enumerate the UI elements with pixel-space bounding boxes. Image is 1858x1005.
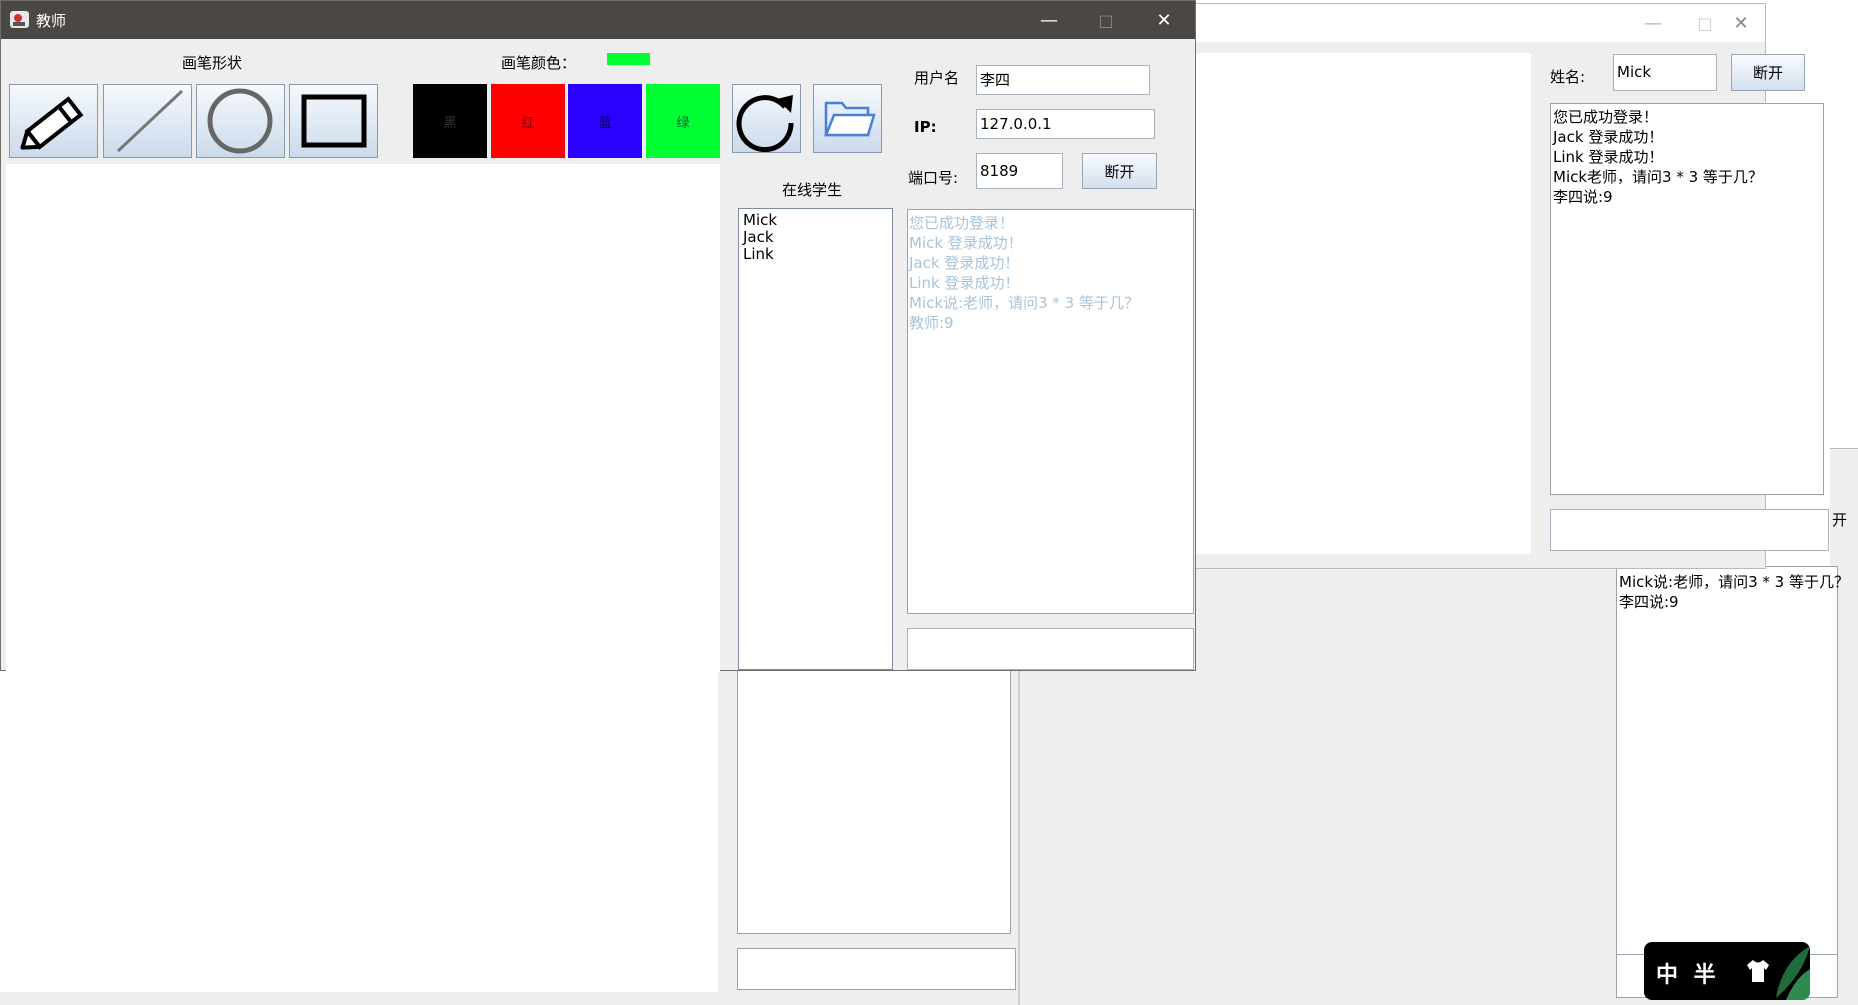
background-input-box[interactable] [737,948,1016,990]
shirt-icon [1744,958,1772,988]
student-chat-line: 李四说:9 [1553,188,1613,206]
close-icon[interactable]: ✕ [1135,1,1193,39]
background-bottom-strip [0,992,1018,1005]
teacher-message-log: 您已成功登录！ Mick 登录成功！ Jack 登录成功！ Link 登录成功！… [907,209,1194,614]
student-list-item[interactable]: Link [743,246,888,263]
line-icon [116,89,184,153]
drawing-canvas[interactable] [6,164,720,672]
message-line: 您已成功登录！ [909,214,1015,232]
taskbar-badge[interactable]: 中 半 [1644,942,1810,1000]
student-name-field[interactable]: Mick [1613,54,1717,91]
pen-color-label: 画笔颜色： [501,54,577,72]
pencil-tool-button[interactable] [9,84,98,158]
bg-chat-line: 李四说:9 [1619,593,1679,611]
student-list-item[interactable]: Mick [743,212,888,229]
student-window: — □ ✕ 姓名: Mick 断开 您已成功登录！ Jack 登录成功！ Lin… [1193,3,1829,569]
port-label: 端口号: [908,169,959,187]
username-label: 用户名 [914,69,960,87]
message-line: Mick说:老师，请问3 * 3 等于几？ [909,294,1139,312]
student-titlebar: — □ ✕ [1194,4,1765,42]
rectangle-tool-button[interactable] [289,84,378,158]
message-line: Jack 登录成功！ [909,254,1020,272]
folder-icon [824,101,876,137]
teacher-disconnect-button[interactable]: 断开 [1082,153,1157,189]
online-students-label: 在线学生 [782,181,843,199]
color-blue-label: 蓝 [598,115,612,131]
ip-label: IP: [914,118,937,136]
student-chat-line: Link 登录成功！ [1553,148,1664,166]
background-window-edge: 开 [1830,448,1858,566]
ip-field[interactable]: 127.0.0.1 [976,109,1155,139]
student-chat-line: Jack 登录成功！ [1553,128,1664,146]
app-icon [10,11,29,28]
color-green-button[interactable]: 绿 [646,84,720,158]
badge-text: 中 半 [1656,963,1720,988]
minimize-icon[interactable]: — [1020,1,1078,39]
current-color-swatch [607,53,650,65]
maximize-icon[interactable]: □ [1077,1,1135,39]
student-disconnect-button[interactable]: 断开 [1731,54,1805,91]
circle-tool-button[interactable] [196,84,285,158]
leaf-icon [1772,942,1810,1000]
background-chat-area: Mick说:老师，请问3 * 3 等于几？ 李四说:9 [1616,566,1849,974]
color-green-label: 绿 [676,115,690,131]
partial-disconnect-button[interactable]: 开 [1832,509,1847,530]
color-black-label: 黑 [443,115,457,131]
color-red-button[interactable]: 红 [491,84,565,158]
student-list-item[interactable]: Jack [743,229,888,246]
pen-shape-label: 画笔形状 [182,54,243,72]
window-title: 教师 [36,12,67,30]
message-line: Link 登录成功！ [909,274,1020,292]
port-field[interactable]: 8189 [976,153,1063,189]
student-message-input[interactable] [1550,509,1829,551]
circle-icon [207,88,273,154]
student-canvas[interactable] [1194,53,1531,554]
student-name-label: 姓名: [1550,68,1586,86]
refresh-icon [736,95,794,153]
message-line: 教师:9 [909,314,954,332]
color-blue-button[interactable]: 蓝 [568,84,642,158]
pencil-icon [20,96,84,150]
background-canvas-area [0,670,718,992]
minimize-icon[interactable]: — [1624,4,1682,42]
online-students-list[interactable]: Mick Jack Link [738,208,893,670]
refresh-button[interactable] [732,84,801,153]
teacher-message-input[interactable] [907,628,1194,670]
color-red-label: 红 [521,115,535,131]
student-chat-line: Mick老师，请问3 * 3 等于几？ [1553,168,1763,186]
open-folder-button[interactable] [813,84,882,153]
rectangle-icon [301,94,367,148]
message-line: Mick 登录成功！ [909,234,1023,252]
teacher-titlebar: 教师 — □ ✕ [1,1,1195,39]
color-black-button[interactable]: 黑 [413,84,487,158]
student-chat-line: 您已成功登录！ [1553,108,1659,126]
teacher-window: 教师 — □ ✕ 画笔形状 画笔颜色： 黑 红 蓝 绿 在线学生 Mick Ja… [0,0,1196,672]
close-icon[interactable]: ✕ [1712,4,1770,42]
bg-chat-line: Mick说:老师，请问3 * 3 等于几？ [1619,573,1849,591]
username-field[interactable]: 李四 [976,65,1150,95]
line-tool-button[interactable] [103,84,192,158]
student-chat-area: 您已成功登录！ Jack 登录成功！ Link 登录成功！ Mick老师，请问3… [1550,103,1824,495]
background-list-box [737,670,1011,934]
